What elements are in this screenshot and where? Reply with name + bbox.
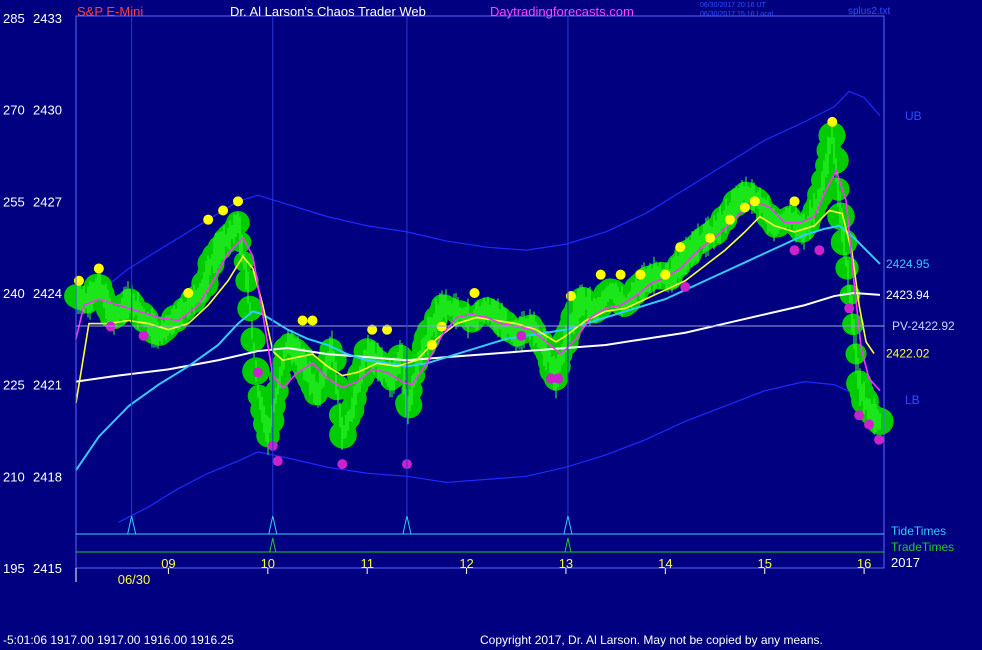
axis-text-layer: 285 2433 270 2430 255 2427 240 2424 225 2421 210 24… — [3, 11, 955, 587]
swing-high-marker — [675, 242, 686, 253]
y-tick-label: 2418 — [33, 469, 62, 484]
y-tick-label: 2415 — [33, 561, 62, 576]
instrument-title: S&P E-Mini — [77, 4, 144, 19]
y-tick-label-alt: 240 — [3, 286, 25, 301]
swing-high-marker — [635, 269, 646, 280]
data-file-label: splus2.txt — [848, 6, 891, 17]
swing-low-marker — [814, 245, 825, 256]
y-tick-label-alt: 225 — [3, 378, 25, 393]
swing-low-marker — [854, 410, 865, 421]
swing-high-marker — [232, 196, 243, 207]
swing-high-marker — [297, 315, 308, 326]
end-label: 2422.02 — [886, 347, 930, 361]
swing-low-marker — [864, 419, 875, 430]
slow-average-line — [75, 224, 881, 471]
x-tick-label: 09 — [161, 556, 175, 571]
pivot-label: PV-2422.92 — [892, 319, 955, 333]
end-label: 2424.95 — [886, 257, 930, 271]
site-title: Dr. Al Larson's Chaos Trader Web — [230, 4, 426, 19]
y-tick-label-alt: 210 — [3, 469, 25, 484]
y-tick-label: 2433 — [33, 11, 62, 26]
swing-low-marker — [680, 281, 691, 292]
y-tick-label: 2421 — [33, 378, 62, 393]
swing-high-marker — [93, 263, 104, 274]
end-label: LB — [905, 393, 920, 407]
swing-high-marker — [469, 288, 480, 298]
swing-high-marker — [705, 233, 716, 243]
copyright: Copyright 2017, Dr. Al Larson. May not b… — [480, 633, 823, 647]
x-tick-label: 12 — [459, 556, 473, 571]
swing-high-marker — [749, 196, 760, 207]
end-label: UB — [905, 109, 922, 123]
x-tick-label: 16 — [857, 556, 871, 571]
swing-high-marker — [426, 339, 437, 350]
swing-low-marker — [138, 330, 149, 341]
swing-low-marker — [789, 245, 800, 256]
swing-high-marker — [739, 202, 750, 213]
date-label: 06/30 — [118, 572, 151, 587]
tide-time-spike — [127, 515, 137, 535]
swing-high-marker — [827, 116, 838, 127]
trade-time-spike — [564, 537, 572, 553]
x-tick-label: 15 — [757, 556, 771, 571]
y-tick-label: 2427 — [33, 194, 62, 209]
swing-high-marker — [595, 269, 606, 280]
tide-times-label: TideTimes — [891, 524, 946, 538]
x-tick-label: 14 — [658, 556, 672, 571]
end-label: 2423.94 — [886, 288, 930, 302]
swing-low-marker — [337, 459, 348, 470]
ut-timestamp: 06/30/2017 20:16 UT — [700, 2, 766, 9]
swing-high-marker — [660, 269, 671, 280]
x-tick-label: 13 — [559, 556, 573, 571]
y-tick-label: 2424 — [33, 286, 62, 301]
chart: 285 2433 270 2430 255 2427 240 2424 225 2421 210 24… — [3, 11, 955, 587]
local-timestamp: 06/30/2017 15:16 Local — [700, 11, 774, 18]
y-tick-label-alt: 285 — [3, 11, 25, 26]
x-tick-label: 11 — [360, 556, 374, 571]
swing-low-marker — [252, 367, 263, 378]
tide-time-spike — [402, 515, 412, 535]
swing-high-marker — [203, 214, 214, 225]
swing-high-marker — [307, 315, 318, 326]
swing-low-marker — [874, 434, 885, 445]
tide-time-spike — [268, 515, 278, 535]
swing-high-marker — [73, 275, 84, 286]
swing-high-marker — [615, 269, 626, 280]
swing-high-marker — [565, 291, 576, 302]
trade-times-label: TradeTimes — [891, 540, 954, 554]
x-tick-label: 10 — [261, 556, 275, 571]
price-glow — [240, 327, 266, 353]
price-glow — [821, 146, 849, 175]
swing-low-marker — [553, 373, 564, 384]
y-tick-label-alt: 270 — [3, 103, 25, 118]
y-tick-label: 2430 — [33, 103, 62, 118]
price-readout: -5:01:06 1917.00 1917.00 1916.00 1916.25 — [3, 633, 234, 647]
swing-high-marker — [789, 196, 800, 207]
y-tick-label-alt: 255 — [3, 194, 25, 209]
swing-high-marker — [183, 288, 194, 298]
y-tick-label-alt: 195 — [3, 561, 25, 576]
swing-low-marker — [516, 330, 527, 341]
site-url[interactable]: Daytradingforecasts.com — [490, 4, 634, 19]
swing-high-marker — [218, 205, 229, 216]
swing-high-marker — [724, 214, 735, 225]
trade-time-spike — [269, 537, 277, 553]
year-label: 2017 — [891, 555, 920, 570]
swing-low-marker — [844, 303, 855, 314]
swing-high-marker — [436, 321, 447, 332]
lower-band-line — [118, 381, 881, 523]
tide-time-spike — [563, 515, 573, 535]
swing-low-marker — [272, 456, 283, 467]
swing-low-marker — [105, 321, 116, 332]
